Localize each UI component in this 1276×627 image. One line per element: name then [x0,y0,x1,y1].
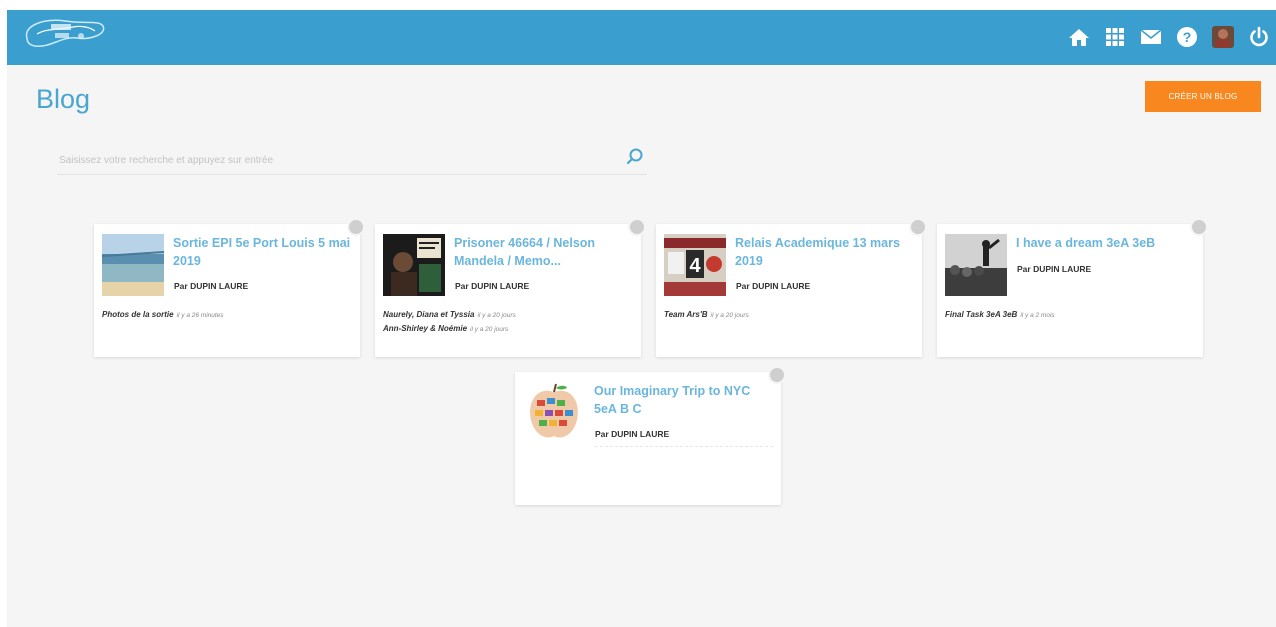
blog-author: Par DUPIN LAURE [174,281,249,291]
post-item[interactable]: Ann-Shirley & Noémie il y a 20 jours [383,322,633,336]
post-item[interactable]: Naurely, Diana et Tyssia il y a 20 jours [383,308,633,322]
post-date: il y a 26 minutes [176,312,224,319]
top-bar: ? [7,10,1276,65]
create-blog-button[interactable]: CRÉER UN BLOG [1145,81,1261,112]
blog-card[interactable]: I have a dream 3eA 3eB Par DUPIN LAURE F… [937,218,1208,357]
post-title[interactable]: Photos de la sortie [102,310,174,319]
apps-grid-icon[interactable] [1102,24,1128,50]
post-item[interactable]: Photos de la sortie il y a 26 minutes [102,308,352,322]
app-frame: ? Blog CRÉER UN BLOG Saisissez votre rec… [7,10,1276,627]
post-item[interactable]: Final Task 3eA 3eB il y a 2 mois [945,308,1195,322]
svg-text:4: 4 [689,255,701,277]
logo[interactable] [21,16,109,52]
blog-author: Par DUPIN LAURE [736,281,811,291]
blog-author: Par DUPIN LAURE [1017,264,1092,274]
post-title[interactable]: Team Ars'B [664,310,708,319]
divider [595,446,773,447]
blog-title[interactable]: Prisoner 46664 / Nelson Mandela / Memo..… [454,234,632,270]
search-bar [57,144,647,175]
post-date: il y a 2 mois [1020,312,1055,319]
post-date: il y a 20 jours [470,326,509,333]
blog-title[interactable]: Relais Academique 13 mars 2019 [735,234,913,270]
page-title: Blog [36,84,91,114]
power-icon[interactable] [1246,24,1272,50]
blog-thumbnail [383,234,445,296]
post-list: Naurely, Diana et Tyssia il y a 20 jours … [383,308,633,336]
post-item[interactable]: Team Ars'B il y a 20 jours [664,308,914,322]
top-icons: ? [1066,22,1272,52]
blog-author: Par DUPIN LAURE [455,281,530,291]
blog-thumbnail [945,234,1007,296]
mail-icon[interactable] [1138,24,1164,50]
blog-card[interactable]: Sortie EPI 5e Port Louis 5 mai 2019 Par … [94,218,365,357]
avatar[interactable] [1210,24,1236,50]
post-list: Photos de la sortie il y a 26 minutes [102,308,352,322]
blog-thumbnail [102,234,164,296]
blog-title[interactable]: I have a dream 3eA 3eB [1016,234,1194,252]
blog-thumbnail: 4 [664,234,726,296]
post-title[interactable]: Ann-Shirley & Noémie [383,324,467,333]
post-title[interactable]: Naurely, Diana et Tyssia [383,310,474,319]
svg-text:?: ? [1183,29,1192,45]
search-input[interactable] [57,150,601,170]
post-list: Team Ars'B il y a 20 jours [664,308,914,322]
blog-title[interactable]: Sortie EPI 5e Port Louis 5 mai 2019 [173,234,351,270]
home-icon[interactable] [1066,24,1092,50]
post-list: Final Task 3eA 3eB il y a 2 mois [945,308,1195,322]
blog-card[interactable]: Our Imaginary Trip to NYC 5eA B C Par DU… [515,366,786,505]
blog-card[interactable]: Prisoner 46664 / Nelson Mandela / Memo..… [375,218,646,357]
blog-card[interactable]: 4 Relais Academique 13 mars 2019 Par DUP… [656,218,927,357]
help-icon[interactable]: ? [1174,24,1200,50]
post-title[interactable]: Final Task 3eA 3eB [945,310,1017,319]
blog-thumbnail [523,382,585,444]
blog-author: Par DUPIN LAURE [595,429,670,439]
post-date: il y a 20 jours [477,312,516,319]
post-date: il y a 20 jours [710,312,749,319]
search-icon[interactable] [625,147,645,167]
blog-title[interactable]: Our Imaginary Trip to NYC 5eA B C [594,382,772,418]
